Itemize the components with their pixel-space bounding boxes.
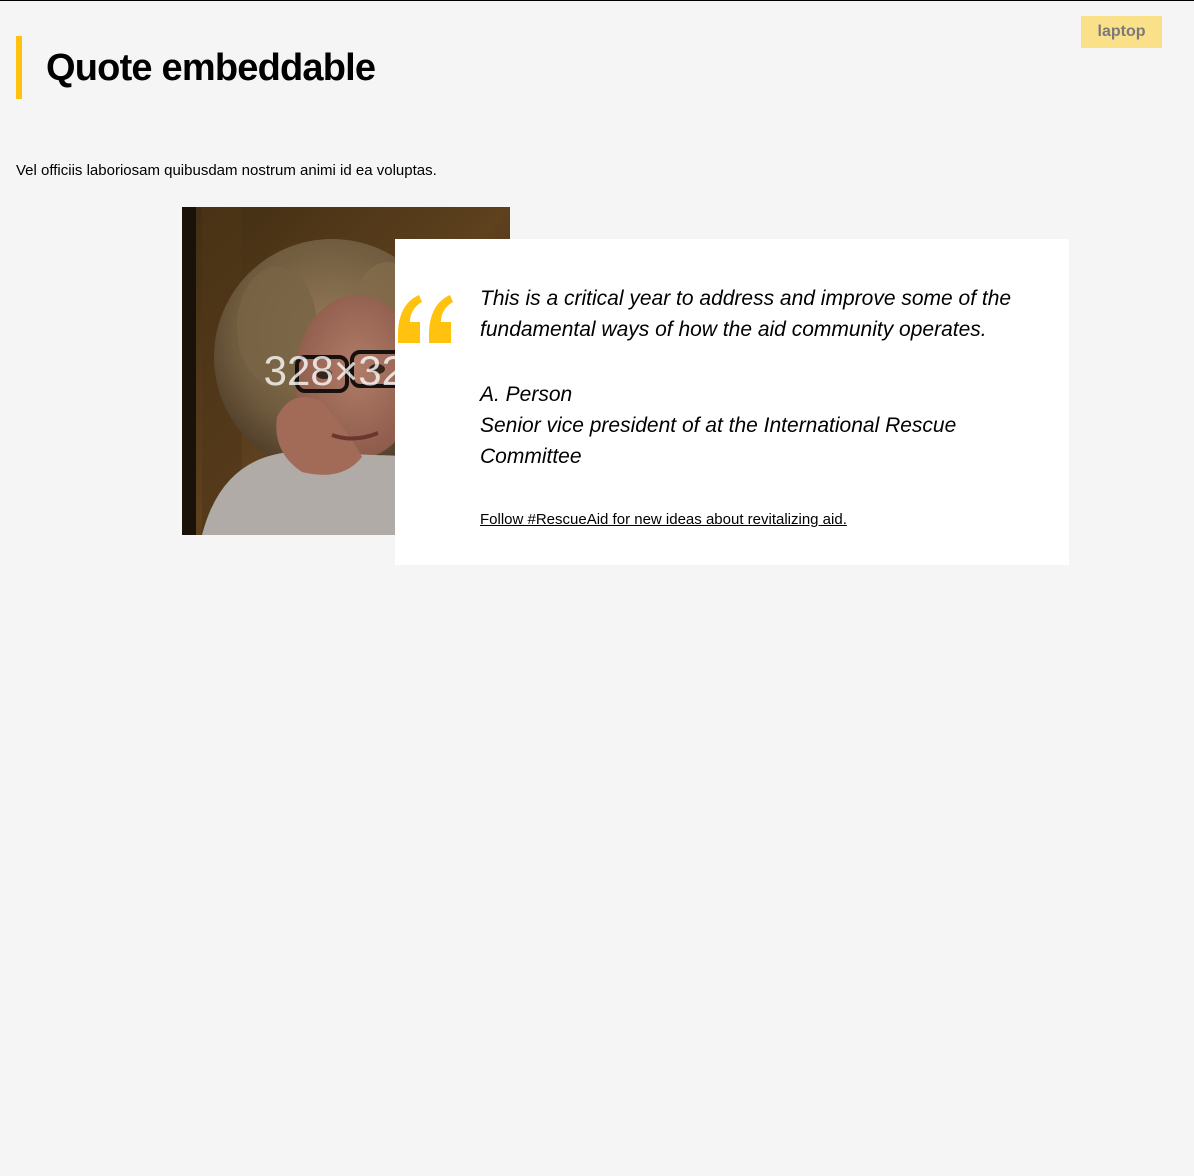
top-rule bbox=[0, 0, 1194, 1]
title-accent-bar bbox=[16, 36, 22, 99]
quote-text: This is a critical year to address and i… bbox=[480, 287, 1012, 341]
author-name: A. Person bbox=[480, 383, 573, 406]
follow-hashtag-link[interactable]: Follow #RescueAid for new ideas about re… bbox=[480, 510, 847, 530]
author-title: Senior vice president of at the Internat… bbox=[480, 414, 957, 468]
page-title: Quote embeddable bbox=[46, 47, 376, 89]
quote-card: This is a critical year to address and i… bbox=[395, 239, 1069, 565]
intro-paragraph: Vel officiis laboriosam quibusdam nostru… bbox=[16, 162, 437, 179]
breakpoint-badge: laptop bbox=[1081, 16, 1162, 48]
quote-mark-icon bbox=[398, 295, 453, 343]
quote-attribution: A. Person Senior vice president of at th… bbox=[480, 379, 1040, 472]
